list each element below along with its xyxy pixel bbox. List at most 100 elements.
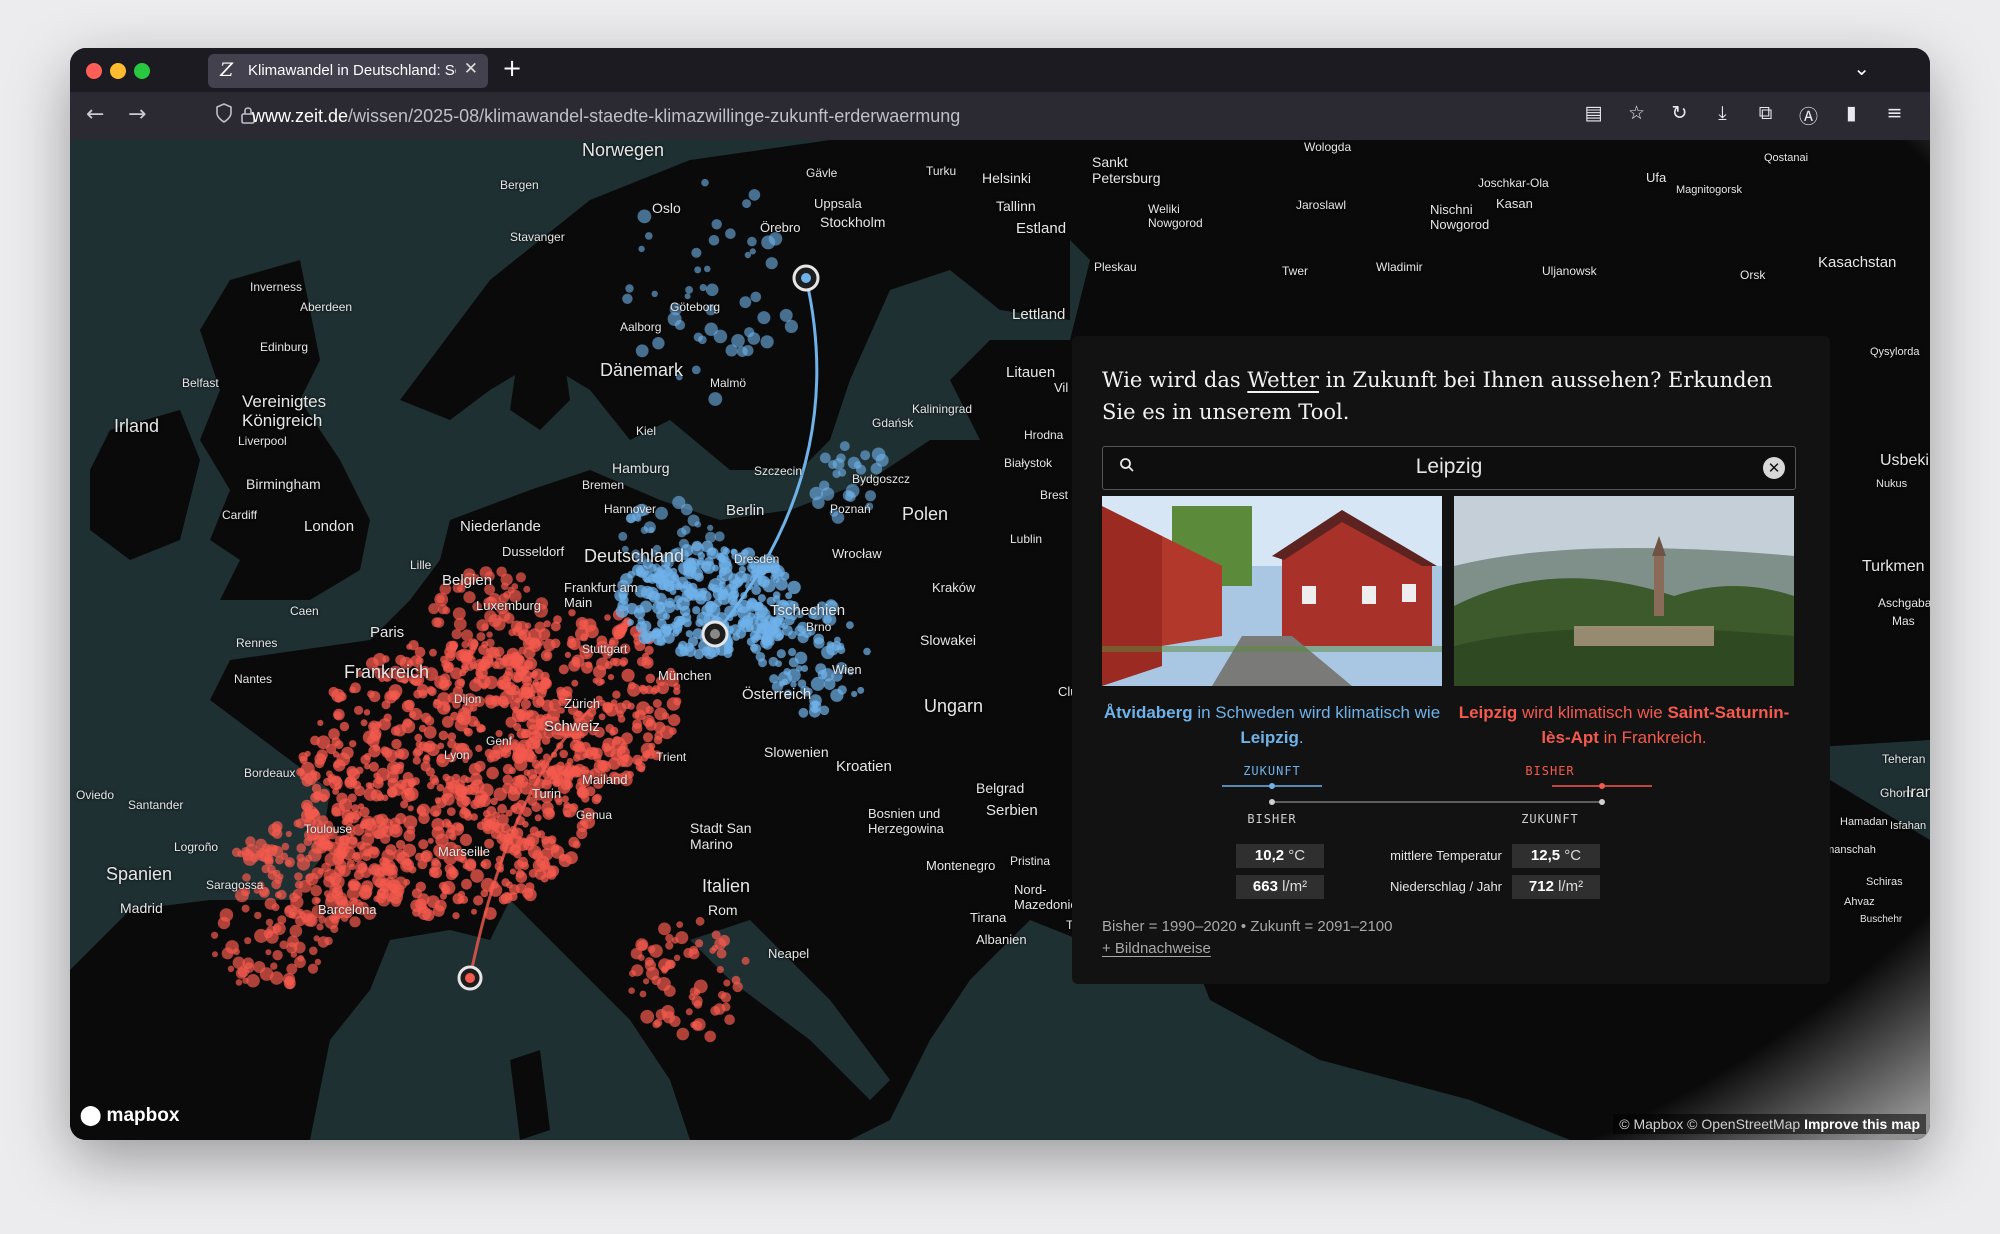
panel-question: Wie wird das Wetter in Zukunft bei Ihnen… (1102, 368, 1773, 424)
map-label-gävle: Gävle (806, 166, 838, 180)
atvidaberg-marker[interactable] (792, 264, 820, 292)
map-label-spanien: Spanien (106, 864, 173, 884)
map-label-usbeki: Usbeki (1880, 452, 1929, 469)
right-precipitation-value: 712 l/m² (1512, 875, 1600, 899)
map-label-zürich: Zürich (564, 696, 601, 711)
map-label-schiras: Schiras (1866, 876, 1903, 888)
map-label-genf: Genf (486, 734, 513, 748)
search-value: Leipzig (1415, 455, 1483, 478)
map-label-genua: Genua (576, 808, 613, 822)
saint-saturnin-marker[interactable] (457, 965, 483, 991)
map-label-trient: Trient (656, 750, 687, 764)
map-label-oviedo: Oviedo (76, 788, 115, 802)
map-label-toulouse: Toulouse (304, 822, 353, 836)
map-label-münchen: München (658, 668, 712, 683)
map-label-belfast: Belfast (182, 376, 219, 390)
image-credits-link[interactable]: + Bildnachweise (1102, 940, 1211, 957)
reader-view-icon[interactable]: ▤ (1572, 102, 1615, 129)
map-label-brest: Brest (1040, 488, 1069, 502)
map-label-paris: Paris (370, 624, 405, 641)
map-label-irland: Irland (114, 416, 160, 436)
city-search-input[interactable]: Leipzig ✕ (1102, 446, 1796, 490)
map-label-lille: Lille (410, 558, 432, 572)
new-tab-button[interactable]: + (502, 54, 522, 82)
minimize-window-button[interactable] (110, 63, 126, 79)
map-label-turin: Turin (532, 786, 562, 801)
sidebar-icon[interactable]: ▮ (1830, 102, 1873, 129)
right-temperature-value: 12,5 °C (1512, 844, 1600, 868)
extensions-icon[interactable]: ⧉ (1744, 102, 1787, 129)
map-label-tallinn: Tallinn (996, 198, 1036, 214)
map-label-liverpool: Liverpool (238, 434, 287, 448)
map-label-stadt-san-marino: Stadt San Marino (690, 820, 752, 852)
menu-icon[interactable]: ≡ (1873, 102, 1916, 129)
map-label-belgien: Belgien (442, 572, 493, 589)
map-label-kroatien: Kroatien (836, 758, 892, 775)
map-label-qysylorda: Qysylorda (1870, 346, 1920, 358)
attribution-text[interactable]: © Mapbox © OpenStreetMap (1619, 1116, 1800, 1132)
nav-bar: ← → www.zeit.de/wissen/2025-08/klimawand… (70, 92, 1930, 140)
map-label-ungarn: Ungarn (924, 696, 984, 716)
map-label-bosnien-und-herzegowina: Bosnien und Herzegowina (868, 806, 944, 836)
climate-twin-panel: Wie wird das Wetter in Zukunft bei Ihnen… (1072, 336, 1830, 984)
climate-twin-map[interactable]: Norwegen Bergen Oslo Gävle Turku Helsinki Sank… (70, 140, 1930, 1140)
right-top-label: BISHER (1525, 764, 1575, 778)
close-window-button[interactable] (86, 63, 102, 79)
map-label-oslo: Oslo (652, 200, 681, 216)
map-label-edinburg: Edinburg (260, 340, 309, 354)
map-label-lettland: Lettland (1012, 306, 1066, 323)
url-domain: www.zeit.de (252, 106, 349, 126)
blue-connection-arc (713, 277, 819, 635)
bookmark-star-icon[interactable]: ☆ (1615, 102, 1658, 129)
clear-search-button[interactable]: ✕ (1763, 457, 1785, 479)
wetter-link[interactable]: Wetter (1247, 368, 1319, 392)
map-label-kaliningrad: Kaliningrad (912, 402, 973, 416)
map-label-italien: Italien (702, 876, 751, 896)
tab-list-chevron-icon[interactable]: ⌄ (1853, 56, 1870, 80)
tab-close-button[interactable]: ✕ (464, 59, 478, 79)
title-bar: Z Klimawandel in Deutschland: So ✕ + ⌄ (70, 48, 1930, 92)
map-label-kasachstan: Kasachstan (1818, 254, 1897, 271)
map-label-inverness: Inverness (250, 280, 303, 294)
url-bar[interactable]: www.zeit.de/wissen/2025-08/klimawandel-s… (216, 97, 1660, 135)
map-label-vereinigtes-königreich: Vereinigtes Königreich (242, 392, 327, 430)
map-label-saragossa: Saragossa (206, 878, 264, 892)
map-label-poznań: Poznań (830, 502, 871, 516)
map-label-hamburg: Hamburg (612, 460, 670, 476)
map-label-santander: Santander (128, 798, 184, 812)
improve-map-link[interactable]: Improve this map (1804, 1116, 1920, 1132)
map-label-london: London (304, 518, 355, 535)
browser-tab[interactable]: Z Klimawandel in Deutschland: So ✕ (208, 54, 488, 88)
map-label-marseille: Marseille (438, 844, 491, 859)
map-label-joschkar-ola: Joschkar-Ola (1478, 176, 1549, 190)
map-label-montenegro: Montenegro (926, 858, 996, 873)
back-button[interactable]: ← (86, 102, 104, 127)
leipzig-marker[interactable] (701, 620, 729, 648)
reload-icon[interactable]: ↻ (1658, 102, 1701, 129)
map-label-vil: Vil (1054, 380, 1069, 395)
zoom-window-button[interactable] (134, 63, 150, 79)
account-icon[interactable]: Ⓐ (1787, 102, 1830, 129)
map-label-gdańsk: Gdańsk (872, 416, 914, 430)
map-label-nischni-nowgorod: Nischni Nowgorod (1430, 202, 1490, 232)
browser-window: Z Klimawandel in Deutschland: So ✕ + ⌄ ←… (70, 48, 1930, 1140)
url-text: www.zeit.de/wissen/2025-08/klimawandel-s… (252, 106, 960, 127)
map-label-ufa: Ufa (1646, 170, 1667, 185)
map-label-slowakei: Slowakei (920, 632, 977, 648)
forward-button[interactable]: → (128, 102, 146, 127)
map-label-orsk: Orsk (1740, 268, 1766, 282)
timeline-scale (1222, 783, 1652, 805)
mapbox-logo[interactable]: ⬤ mapbox (80, 1104, 179, 1127)
saint-saturnin-photo (1454, 496, 1794, 686)
map-label-logro-o: Logroño (174, 840, 219, 854)
map-label-hamadan: Hamadan (1840, 816, 1888, 828)
map-label-neapel: Neapel (768, 946, 810, 961)
map-label-österreich: Österreich (742, 686, 812, 703)
map-label-uppsala: Uppsala (814, 196, 862, 211)
map-label-serbien: Serbien (986, 802, 1038, 819)
map-label-göteborg: Göteborg (670, 300, 721, 314)
map-label-örebro: Örebro (760, 220, 801, 235)
map-label-lyon: Lyon (444, 748, 470, 762)
download-icon[interactable]: ⤓ (1701, 102, 1744, 129)
map-label-iran: Iran (1906, 784, 1930, 801)
